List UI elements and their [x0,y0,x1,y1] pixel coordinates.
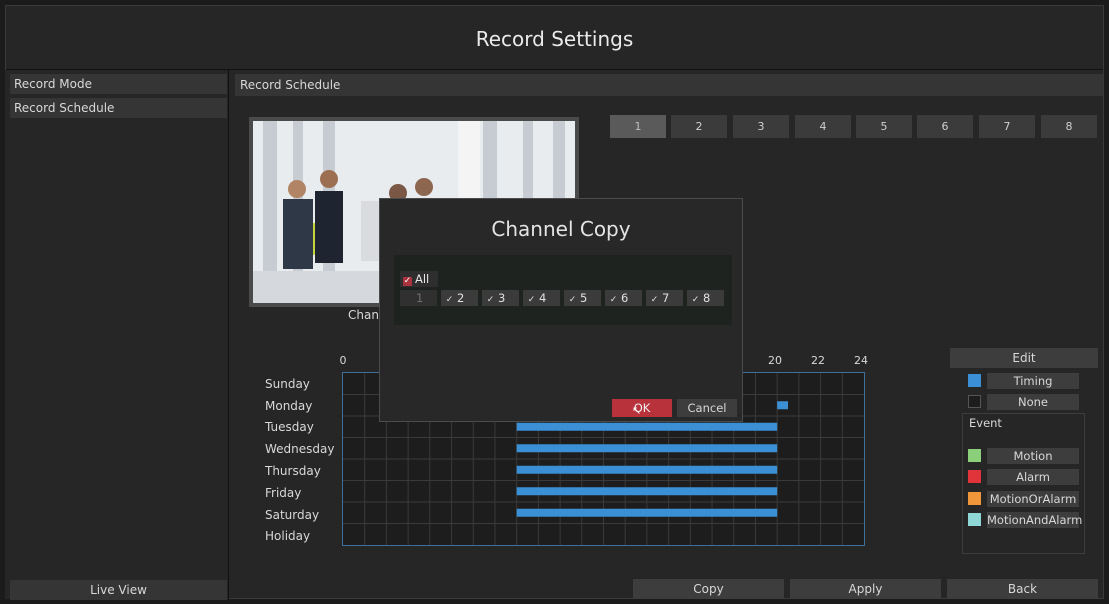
page-title: Record Settings [6,6,1103,70]
channel-checkbox-label: 6 [621,291,629,305]
hour-label-0: 0 [339,354,347,367]
motion-button[interactable]: Motion [987,448,1079,464]
timing-range-bar[interactable] [516,444,778,453]
day-label-tuesday: Tuesday [265,420,314,434]
checkmark-icon: ✓ [568,295,577,305]
channel-checkbox-1: 1 [400,290,437,306]
day-label-wednesday: Wednesday [265,442,335,456]
channel-tab-8[interactable]: 8 [1041,115,1097,138]
channel-checkbox-6[interactable]: ✓ 6 [605,290,642,306]
channel-checkbox-label: 8 [703,291,711,305]
channel-tab-2[interactable]: 2 [671,115,727,138]
checkmark-icon: ✓ [445,295,454,305]
channel-checkbox-8[interactable]: ✓ 8 [687,290,724,306]
checkmark-icon: ✓ [486,295,495,305]
sidebar-item-record-mode[interactable]: Record Mode [10,74,227,94]
checkmark-icon: ✓ [691,295,700,305]
section-header: Record Schedule [235,74,1103,96]
channel-checkbox-label: 1 [416,291,424,305]
motion-swatch[interactable] [968,449,981,462]
hour-label-24: 24 [854,354,868,367]
checkmark-icon: ✓ [403,276,412,286]
cancel-button[interactable]: Cancel [677,399,737,417]
timing-range-bar[interactable] [516,422,778,431]
day-label-saturday: Saturday [265,508,320,522]
copy-button[interactable]: Copy [633,579,784,599]
channel-checkbox-2[interactable]: ✓ 2 [441,290,478,306]
channel-tab-3[interactable]: 3 [733,115,789,138]
timing-button[interactable]: Timing [987,373,1079,389]
timing-range-bar[interactable] [777,401,789,410]
edit-button[interactable]: Edit [950,348,1098,368]
checkbox-empty-icon [404,293,413,302]
day-label-holiday: Holiday [265,529,311,543]
checkmark-icon: ✓ [650,295,659,305]
alarm-swatch[interactable] [968,470,981,483]
sidebar: Record Mode Record Schedule Live View [5,70,229,600]
channel-checkbox-label: 3 [498,291,506,305]
alarm-button[interactable]: Alarm [987,469,1079,485]
day-label-thursday: Thursday [265,464,321,478]
channel-checkbox-label: 5 [580,291,588,305]
ok-button[interactable]: OK [612,399,672,417]
motion-or-alarm-button[interactable]: MotionOrAlarm [987,491,1079,507]
channel-tab-7[interactable]: 7 [979,115,1035,138]
channel-tab-1[interactable]: 1 [610,115,666,138]
channel-copy-dialog: Channel Copy ✓ All 1 ✓ 2 ✓ 3 ✓ 4 ✓ 5 ✓ 6 ✓ 7 ✓ 8… [379,198,743,422]
channel-checkbox-7[interactable]: ✓ 7 [646,290,683,306]
channel-checkbox-5[interactable]: ✓ 5 [564,290,601,306]
none-button[interactable]: None [987,394,1079,410]
dialog-title: Channel Copy [491,217,631,241]
hour-label-20: 20 [768,354,782,367]
live-view-button[interactable]: Live View [10,580,227,600]
none-swatch[interactable] [968,395,981,408]
back-button[interactable]: Back [947,579,1098,599]
sidebar-item-record-schedule[interactable]: Record Schedule [10,98,227,118]
channel-tab-4[interactable]: 4 [795,115,851,138]
timing-range-bar[interactable] [516,465,778,474]
mouse-cursor-icon: ↖ [632,404,642,417]
channel-checkbox-label: 7 [662,291,670,305]
day-label-sunday: Sunday [265,377,310,391]
channel-tab-6[interactable]: 6 [917,115,973,138]
timing-swatch[interactable] [968,374,981,387]
motion-and-alarm-swatch[interactable] [968,513,981,526]
channel-checkbox-label: 4 [539,291,547,305]
channel-tab-5[interactable]: 5 [856,115,912,138]
day-label-monday: Monday [265,399,313,413]
apply-button[interactable]: Apply [790,579,941,599]
checkmark-icon: ✓ [527,295,536,305]
hour-label-22: 22 [811,354,825,367]
channel-checkbox-3[interactable]: ✓ 3 [482,290,519,306]
timing-range-bar[interactable] [516,508,778,517]
all-label: All [415,272,430,286]
motion-and-alarm-button[interactable]: MotionAndAlarm [987,512,1082,528]
checkmark-icon: ✓ [609,295,618,305]
all-checkbox[interactable]: ✓ All [400,271,438,287]
channel-checkbox-label: 2 [457,291,465,305]
channel-checkbox-4[interactable]: ✓ 4 [523,290,560,306]
motion-or-alarm-swatch[interactable] [968,492,981,505]
day-label-friday: Friday [265,486,302,500]
timing-range-bar[interactable] [516,487,778,496]
event-label: Event [969,416,1002,430]
